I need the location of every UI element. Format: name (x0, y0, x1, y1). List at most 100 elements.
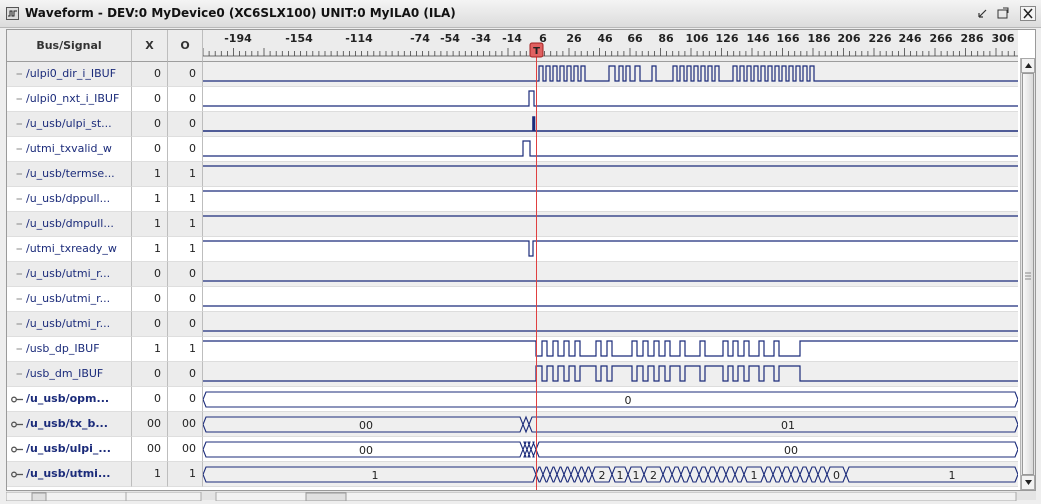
signal-row[interactable]: /u_usb/dppull... (7, 187, 132, 212)
x-value-cell: 0 (132, 62, 168, 87)
signal-row[interactable]: /u_usb/opm... (7, 387, 132, 412)
ruler-tick-label: -74 (410, 32, 430, 45)
tree-connector-icon (16, 123, 22, 125)
bus-value-utmi: 1 (372, 469, 379, 482)
o-value-cell: 00 (168, 412, 203, 437)
ruler-tick-label: 206 (838, 32, 861, 45)
signal-name[interactable]: /utmi_txready_w (26, 237, 117, 261)
o-value-cell: 1 (168, 237, 203, 262)
tree-connector-icon (16, 248, 22, 250)
signal-name[interactable]: /u_usb/utmi... (26, 462, 110, 486)
signal-row[interactable]: /u_usb/ulpi_... (7, 437, 132, 462)
signal-row[interactable]: /u_usb/utmi_r... (7, 312, 132, 337)
wave-row-background (203, 137, 1018, 162)
signal-name[interactable]: /u_usb/ulpi_... (26, 437, 111, 461)
signal-row[interactable]: /u_usb/tx_b... (7, 412, 132, 437)
signal-name-column: /ulpi0_dir_i_IBUF/ulpi0_nxt_i_IBUF/u_usb… (7, 62, 132, 487)
bus-value-utmi-activity: 1 (633, 469, 640, 482)
x-column-header[interactable]: X (132, 30, 168, 62)
signal-name[interactable]: /u_usb/utmi_r... (26, 262, 110, 286)
bus-value-utmi-activity: 1 (751, 469, 758, 482)
tree-connector-icon (16, 273, 22, 275)
wave-row-background (203, 87, 1018, 112)
x-value-cell: 1 (132, 187, 168, 212)
bus-value-ulpi-first: 00 (359, 444, 373, 457)
signal-row[interactable]: /utmi_txready_w (7, 237, 132, 262)
signal-name[interactable]: /u_usb/tx_b... (26, 412, 108, 436)
signal-row[interactable]: /usb_dp_IBUF (7, 337, 132, 362)
bus-expand-icon[interactable] (11, 395, 23, 404)
wave-row-background (203, 412, 1018, 437)
tree-connector-icon (16, 198, 22, 200)
waveform-canvas[interactable]: 000 0100 001 2 1 1 2 1 0 1 (203, 62, 1018, 490)
title-bar: Waveform - DEV:0 MyDevice0 (XC6SLX100) U… (0, 0, 1041, 28)
bus-expand-icon[interactable] (11, 470, 23, 479)
maximize-icon[interactable] (995, 6, 1011, 21)
signal-name[interactable]: /ulpi0_dir_i_IBUF (26, 62, 116, 86)
tree-connector-icon (16, 73, 22, 75)
vertical-scrollbar[interactable] (1020, 58, 1035, 490)
signal-row[interactable]: /u_usb/termse... (7, 162, 132, 187)
bus-value-ulpi-second: 00 (784, 444, 798, 457)
x-value-column: 0 0 0 0 1 1 1 1 0 0 0 1 0 0 00 00 1 (132, 62, 168, 487)
signal-name[interactable]: /usb_dm_IBUF (26, 362, 103, 386)
x-value-cell: 1 (132, 212, 168, 237)
o-value-cell: 0 (168, 287, 203, 312)
signal-row[interactable]: /u_usb/dmpull... (7, 212, 132, 237)
scroll-down-button[interactable] (1021, 475, 1035, 490)
bus-value-utmi-activity: 1 (617, 469, 624, 482)
signal-name[interactable]: /u_usb/termse... (26, 162, 115, 186)
signal-row[interactable]: /u_usb/utmi_r... (7, 287, 132, 312)
bus-value-opm: 0 (625, 394, 632, 407)
o-value-cell: 0 (168, 262, 203, 287)
signal-name[interactable]: /u_usb/dmpull... (26, 212, 114, 236)
signal-row[interactable]: /usb_dm_IBUF (7, 362, 132, 387)
signal-row[interactable]: /ulpi0_nxt_i_IBUF (7, 87, 132, 112)
bus-expand-icon[interactable] (11, 445, 23, 454)
x-value-cell: 00 (132, 437, 168, 462)
o-column-header[interactable]: O (168, 30, 203, 62)
o-value-cell: 1 (168, 162, 203, 187)
horizontal-scrollbars[interactable] (5, 491, 1036, 502)
ruler-tick-label: -114 (345, 32, 373, 45)
window-title: Waveform - DEV:0 MyDevice0 (XC6SLX100) U… (25, 6, 456, 20)
signal-name[interactable]: /u_usb/utmi_r... (26, 287, 110, 311)
ruler-tick-label: 6 (539, 32, 547, 45)
signal-name[interactable]: /usb_dp_IBUF (26, 337, 100, 361)
scroll-up-button[interactable] (1021, 58, 1035, 73)
signal-name[interactable]: /utmi_txvalid_w (26, 137, 112, 161)
arrow-up-icon (1025, 63, 1032, 68)
signal-row[interactable]: /ulpi0_dir_i_IBUF (7, 62, 132, 87)
bus-expand-icon[interactable] (11, 420, 23, 429)
signal-row[interactable]: /u_usb/utmi... (7, 462, 132, 487)
waveform-display[interactable]: -194 -154 -114 -74 -54 -34 -14 6 26 46 66 86 106 126 1… (202, 30, 1018, 490)
wave-row-background (203, 387, 1018, 412)
x-value-cell: 00 (132, 412, 168, 437)
time-ruler[interactable]: -194 -154 -114 -74 -54 -34 -14 6 26 46 66 86 106 126 1… (202, 30, 1018, 62)
ruler-ticks: -194 -154 -114 -74 -54 -34 -14 6 26 46 66 86 106 126 1… (202, 32, 1018, 57)
signal-name[interactable]: /ulpi0_nxt_i_IBUF (26, 87, 119, 111)
signal-row[interactable]: /utmi_txvalid_w (7, 137, 132, 162)
signal-name[interactable]: /u_usb/utmi_r... (26, 312, 110, 336)
signal-name[interactable]: /u_usb/dppull... (26, 187, 110, 211)
signal-name[interactable]: /u_usb/opm... (26, 387, 109, 411)
tree-connector-icon (16, 323, 22, 325)
tree-connector-icon (16, 223, 22, 225)
o-value-cell: 00 (168, 437, 203, 462)
ruler-tick-label: 226 (869, 32, 892, 45)
signal-row[interactable]: /u_usb/utmi_r... (7, 262, 132, 287)
minimize-icon[interactable] (975, 6, 991, 21)
bus-signal-header[interactable]: Bus/Signal (7, 30, 132, 62)
signal-row[interactable]: /u_usb/ulpi_st... (7, 112, 132, 137)
ruler-tick-label: -14 (502, 32, 522, 45)
close-icon[interactable] (1020, 6, 1036, 21)
ruler-tick-label: -194 (224, 32, 252, 45)
o-value-column: 0 0 0 0 1 1 1 1 0 0 0 1 0 0 00 00 1 (168, 62, 203, 487)
ruler-tick-label: 306 (992, 32, 1015, 45)
x-value-cell: 0 (132, 362, 168, 387)
bus-value-utmi-activity: 0 (833, 469, 840, 482)
signal-name[interactable]: /u_usb/ulpi_st... (26, 112, 112, 136)
x-value-cell: 0 (132, 112, 168, 137)
bus-value-tx-b-first: 00 (359, 419, 373, 432)
vertical-scroll-thumb[interactable] (1022, 73, 1034, 475)
